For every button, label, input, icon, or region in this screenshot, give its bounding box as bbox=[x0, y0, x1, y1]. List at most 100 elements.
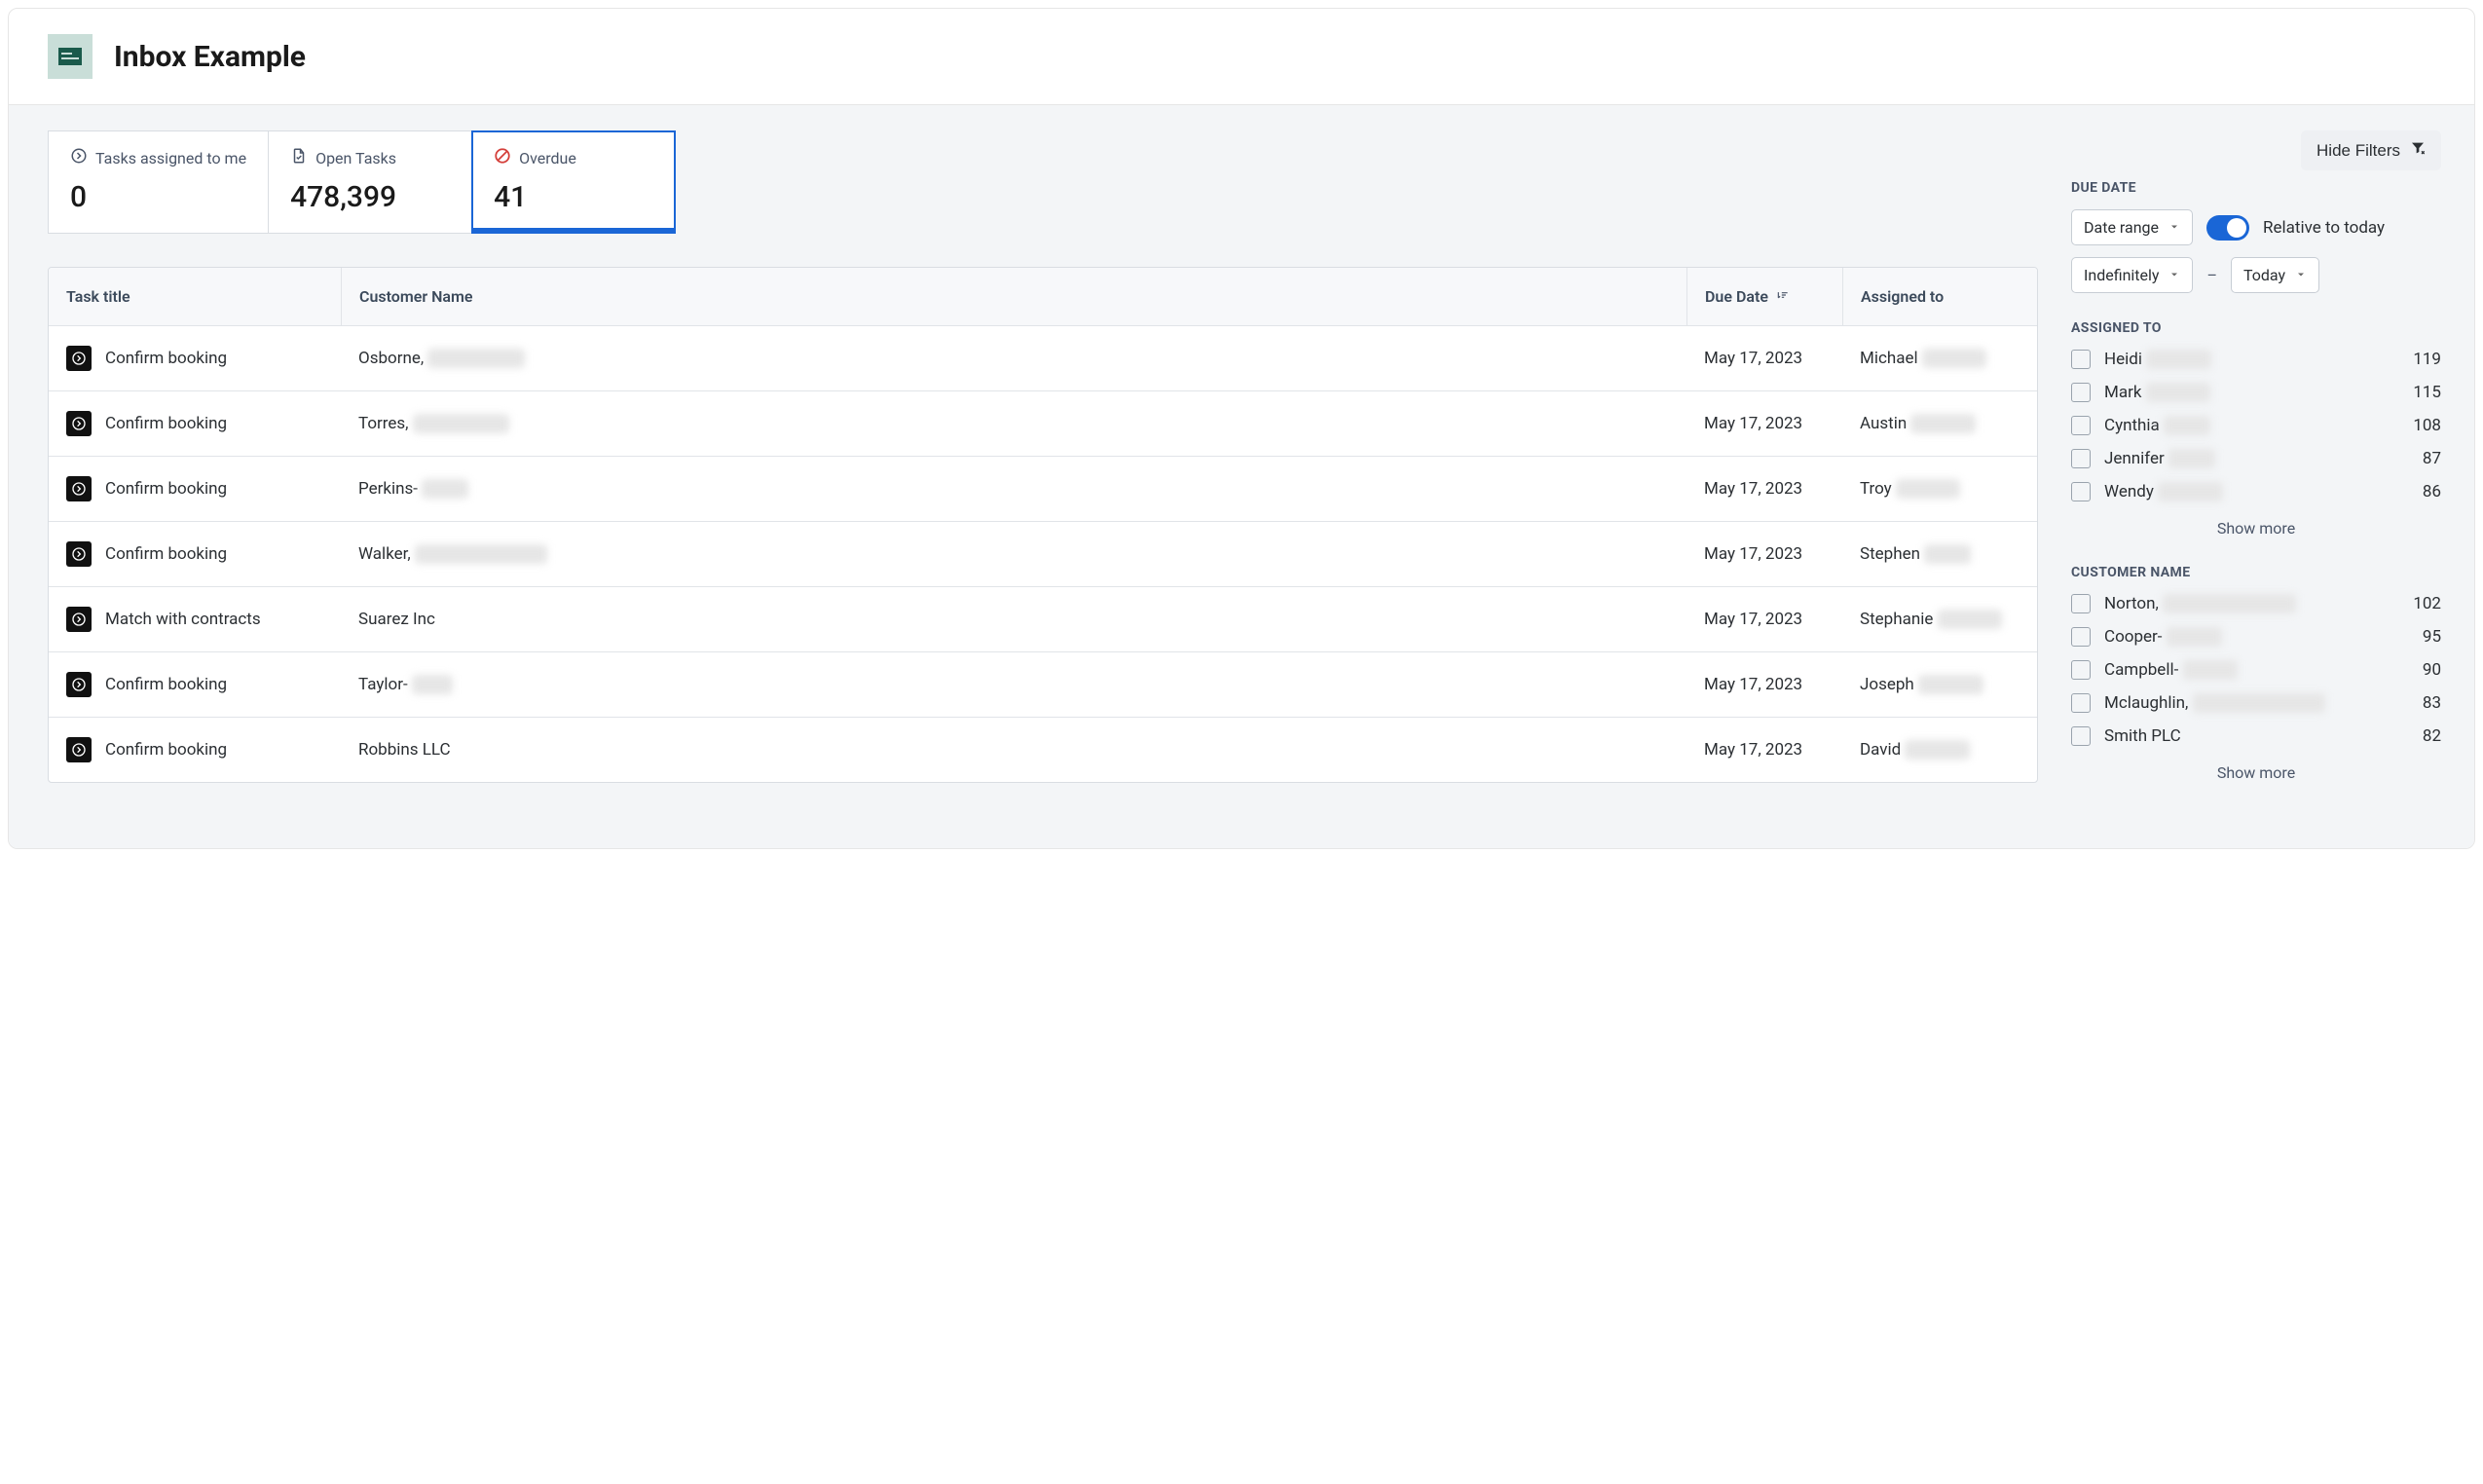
task-title-cell: Confirm booking bbox=[105, 675, 227, 694]
facet-name: Wendy redacted bbox=[2104, 482, 2409, 501]
filters-column: Hide Filters Due Date Date range bbox=[2071, 130, 2441, 809]
checkbox[interactable] bbox=[2071, 693, 2091, 713]
checkbox[interactable] bbox=[2071, 416, 2091, 435]
facet-item[interactable]: Cynthia redact 108 bbox=[2071, 416, 2441, 435]
customer-name-cell: Osborne, redacted text bbox=[358, 349, 525, 368]
table-row[interactable]: Confirm booking Osborne, redacted text May… bbox=[49, 326, 2037, 391]
facet-count: 86 bbox=[2423, 482, 2441, 501]
assigned-to-cell: Stephen redact bbox=[1860, 544, 1971, 564]
facet-count: 108 bbox=[2413, 416, 2441, 435]
stat-value: 41 bbox=[494, 180, 653, 214]
due-date-mode-label: Date range bbox=[2084, 218, 2159, 237]
customer-name-cell: Perkins- redact bbox=[358, 479, 468, 499]
due-date-cell: May 17, 2023 bbox=[1704, 675, 1802, 694]
due-date-cell: May 17, 2023 bbox=[1704, 349, 1802, 368]
assigned-to-cell: David redacted bbox=[1860, 740, 1970, 760]
relative-toggle[interactable] bbox=[2206, 215, 2249, 241]
task-title-cell: Confirm booking bbox=[105, 349, 227, 368]
assigned-to-cell: Stephanie redacted bbox=[1860, 610, 2002, 629]
table-row[interactable]: Confirm bookingTaylor- redacMay 17, 2023… bbox=[49, 652, 2037, 718]
table-row[interactable]: Confirm bookingTorres, redacted textMay … bbox=[49, 391, 2037, 457]
stat-label: Overdue bbox=[519, 149, 576, 167]
relative-toggle-label: Relative to today bbox=[2263, 218, 2385, 238]
task-title-cell: Confirm booking bbox=[105, 544, 227, 564]
due-date-mode-select[interactable]: Date range bbox=[2071, 209, 2193, 245]
facet-item[interactable]: Campbell- redacte90 bbox=[2071, 660, 2441, 680]
table-row[interactable]: Confirm bookingRobbins LLCMay 17, 2023Da… bbox=[49, 718, 2037, 782]
checkbox[interactable] bbox=[2071, 383, 2091, 402]
table-row[interactable]: Match with contractsSuarez IncMay 17, 20… bbox=[49, 587, 2037, 652]
app-frame: Inbox Example Tasks assigned to me0Open … bbox=[8, 8, 2475, 849]
assigned-show-more[interactable]: Show more bbox=[2071, 519, 2441, 538]
arrow-right-circle-icon bbox=[66, 607, 92, 632]
checkbox[interactable] bbox=[2071, 660, 2091, 680]
facet-count: 87 bbox=[2423, 449, 2441, 468]
assigned-to-cell: Austin redacted bbox=[1860, 414, 1976, 433]
facet-count: 102 bbox=[2413, 594, 2441, 613]
facet-item[interactable]: Cooper- redacte 95 bbox=[2071, 627, 2441, 647]
facet-name: Norton, redacted text here bbox=[2104, 594, 2399, 613]
table-row[interactable]: Confirm bookingWalker, redacted text her… bbox=[49, 522, 2037, 587]
facet-item[interactable]: Jennifer redact87 bbox=[2071, 449, 2441, 468]
col-customer-name[interactable]: Customer Name bbox=[341, 268, 1686, 325]
filter-assigned-to: Assigned To Heidi redacted119 Mark redact… bbox=[2071, 320, 2441, 538]
col-assigned-to[interactable]: Assigned to bbox=[1842, 268, 2037, 325]
facet-name: Cooper- redacte bbox=[2104, 627, 2409, 647]
customer-show-more[interactable]: Show more bbox=[2071, 763, 2441, 782]
checkbox[interactable] bbox=[2071, 594, 2091, 613]
col-task-title[interactable]: Task title bbox=[49, 268, 341, 325]
arrow-right-circle-icon bbox=[66, 541, 92, 567]
page-body: Tasks assigned to me0Open Tasks478,399Ov… bbox=[9, 105, 2474, 848]
task-title-cell: Confirm booking bbox=[105, 740, 227, 760]
table-body: Confirm booking Osborne, redacted text May… bbox=[49, 326, 2037, 782]
customer-name-cell: Torres, redacted text bbox=[358, 414, 509, 433]
due-date-cell: May 17, 2023 bbox=[1704, 414, 1802, 433]
facet-count: 95 bbox=[2423, 627, 2441, 647]
inbox-icon bbox=[48, 34, 93, 79]
facet-count: 82 bbox=[2423, 726, 2441, 746]
facet-item[interactable]: Heidi redacted119 bbox=[2071, 350, 2441, 369]
facet-item[interactable]: Wendy redacted 86 bbox=[2071, 482, 2441, 501]
assigned-to-cell: Troy redacted bbox=[1860, 479, 1960, 499]
facet-count: 115 bbox=[2413, 383, 2441, 402]
due-date-to-select[interactable]: Today bbox=[2231, 257, 2319, 293]
sort-asc-icon bbox=[1776, 287, 1790, 306]
checkbox[interactable] bbox=[2071, 627, 2091, 647]
page-header: Inbox Example bbox=[9, 9, 2474, 105]
checkbox[interactable] bbox=[2071, 449, 2091, 468]
filter-assigned-to-heading: Assigned To bbox=[2071, 320, 2441, 336]
facet-item[interactable]: Norton, redacted text here 102 bbox=[2071, 594, 2441, 613]
checkbox[interactable] bbox=[2071, 482, 2091, 501]
col-customer-name-label: Customer Name bbox=[359, 287, 473, 306]
file-check-icon bbox=[290, 147, 308, 168]
facet-item[interactable]: Smith PLC 82 bbox=[2071, 726, 2441, 746]
facet-item[interactable]: Mark redacted115 bbox=[2071, 383, 2441, 402]
stat-cards: Tasks assigned to me0Open Tasks478,399Ov… bbox=[48, 130, 2038, 234]
page-title: Inbox Example bbox=[114, 40, 306, 74]
stat-card-open-tasks[interactable]: Open Tasks478,399 bbox=[268, 130, 472, 234]
col-due-date-label: Due Date bbox=[1705, 287, 1768, 306]
hide-filters-button[interactable]: Hide Filters bbox=[2301, 130, 2441, 170]
due-date-from-select[interactable]: Indefinitely bbox=[2071, 257, 2193, 293]
due-date-cell: May 17, 2023 bbox=[1704, 479, 1802, 499]
facet-item[interactable]: Mclaughlin, redacted text here83 bbox=[2071, 693, 2441, 713]
arrow-right-circle-icon bbox=[66, 411, 92, 436]
stat-value: 478,399 bbox=[290, 180, 450, 214]
checkbox[interactable] bbox=[2071, 350, 2091, 369]
checkbox[interactable] bbox=[2071, 726, 2091, 746]
facet-name: Cynthia redact bbox=[2104, 416, 2399, 435]
stat-card-overdue[interactable]: Overdue 41 bbox=[471, 130, 676, 234]
chevron-down-icon bbox=[2295, 266, 2307, 284]
due-date-from-label: Indefinitely bbox=[2084, 266, 2159, 284]
customer-name-cell: Robbins LLC bbox=[358, 740, 451, 760]
col-due-date[interactable]: Due Date bbox=[1686, 268, 1842, 325]
facet-name: Smith PLC bbox=[2104, 726, 2409, 746]
arrow-right-circle-icon bbox=[66, 476, 92, 501]
stat-card-assigned-to-me[interactable]: Tasks assigned to me0 bbox=[48, 130, 269, 234]
hide-filters-label: Hide Filters bbox=[2316, 141, 2400, 161]
stat-value: 0 bbox=[70, 180, 246, 214]
main-column: Tasks assigned to me0Open Tasks478,399Ov… bbox=[48, 130, 2038, 783]
due-date-to-label: Today bbox=[2243, 266, 2285, 284]
table-row[interactable]: Confirm bookingPerkins- redactMay 17, 20… bbox=[49, 457, 2037, 522]
filter-remove-icon bbox=[2410, 140, 2426, 161]
